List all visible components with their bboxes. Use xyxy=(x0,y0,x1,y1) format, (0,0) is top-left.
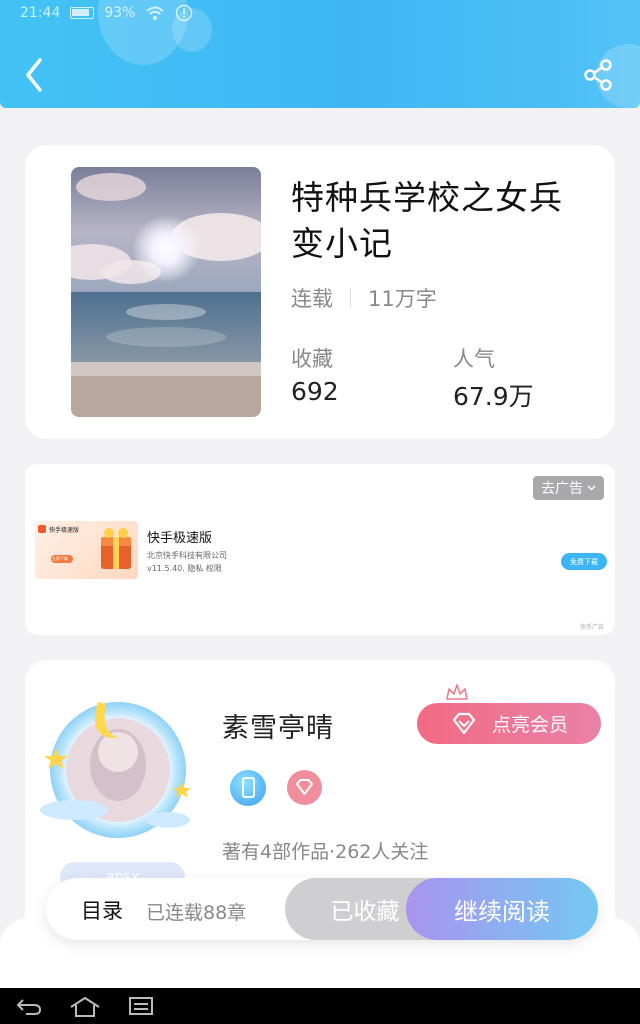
popularity-value: 67.9万 xyxy=(453,382,534,411)
book-info-card: 特种兵学校之女兵变小记 连载 11万字 收藏 692 人气 67.9万 xyxy=(25,145,615,439)
diamond-icon xyxy=(452,712,476,734)
book-meta: 连载 11万字 xyxy=(291,283,437,313)
battery-icon xyxy=(70,7,95,19)
wifi-icon xyxy=(146,6,165,20)
vip-button-label: 点亮会员 xyxy=(491,714,568,736)
ad-source-tag: 快手广告 xyxy=(580,624,605,631)
remove-ad-label: 去广告 xyxy=(541,481,583,497)
diamond-icon xyxy=(296,779,313,795)
word-count: 11万字 xyxy=(368,287,437,311)
ad-thumbnail[interactable]: 快手极速版 立即下载 xyxy=(35,521,138,579)
top-header: 21:44 93% xyxy=(0,0,640,108)
battery-level: 93% xyxy=(104,5,136,21)
ad-banner[interactable]: 去广告 快手极速版 立即下载 快手极速版 北京快手科技有限公司 v11.5.40… xyxy=(25,464,615,635)
author-avatar[interactable]: ansx xyxy=(30,670,195,892)
crown-icon xyxy=(446,684,468,700)
share-button[interactable] xyxy=(580,56,618,94)
book-status: 连载 xyxy=(291,287,333,311)
phone-icon xyxy=(242,777,255,798)
author-name[interactable]: 素雪亭晴 xyxy=(222,706,334,745)
gem-badge-icon[interactable] xyxy=(287,770,322,805)
chevron-left-icon xyxy=(26,58,42,92)
meta-divider xyxy=(350,288,351,308)
ad-download-button[interactable]: 免费下载 xyxy=(561,553,607,570)
favorites-label: 收藏 xyxy=(291,347,333,371)
info-icon xyxy=(176,4,193,22)
ad-version-info: v11.5.40. 隐私 权限 xyxy=(147,564,222,573)
favorites-value: 692 xyxy=(291,377,339,406)
recent-apps-icon[interactable] xyxy=(128,996,154,1016)
back-arrow-icon[interactable] xyxy=(16,996,42,1016)
cover-image xyxy=(71,167,261,417)
author-stats: 著有4部作品·262人关注 xyxy=(222,841,429,863)
book-title: 特种兵学校之女兵变小记 xyxy=(291,178,563,263)
ad-app-name: 快手极速版 xyxy=(147,531,213,546)
status-bar: 21:44 93% xyxy=(20,2,193,24)
home-icon[interactable] xyxy=(68,996,102,1018)
vip-activate-button[interactable]: 点亮会员 xyxy=(417,703,601,744)
book-cover[interactable] xyxy=(71,167,261,417)
chevron-down-icon xyxy=(587,485,596,491)
ad-thumb-button: 立即下载 xyxy=(52,556,68,561)
status-time: 21:44 xyxy=(20,5,61,21)
collected-label: 已收藏 xyxy=(330,899,400,925)
avatar-frame xyxy=(40,702,191,838)
share-icon xyxy=(584,59,612,91)
toc-button[interactable]: 目录 xyxy=(81,895,123,925)
continue-reading-button[interactable]: 继续阅读 xyxy=(406,878,598,940)
reading-action-bar: 目录 已连载88章 已收藏 继续阅读 xyxy=(46,878,598,940)
back-button[interactable] xyxy=(20,55,50,95)
popularity-label: 人气 xyxy=(453,347,495,371)
continue-reading-label: 继续阅读 xyxy=(454,897,550,926)
phone-badge-icon[interactable] xyxy=(230,770,266,806)
remove-ad-button[interactable]: 去广告 xyxy=(533,476,604,500)
ad-thumb-title: 快手极速版 xyxy=(49,527,80,534)
system-nav-bar xyxy=(0,988,640,1024)
ad-company: 北京快手科技有限公司 xyxy=(147,551,227,560)
chapter-count[interactable]: 已连载88章 xyxy=(146,898,246,925)
